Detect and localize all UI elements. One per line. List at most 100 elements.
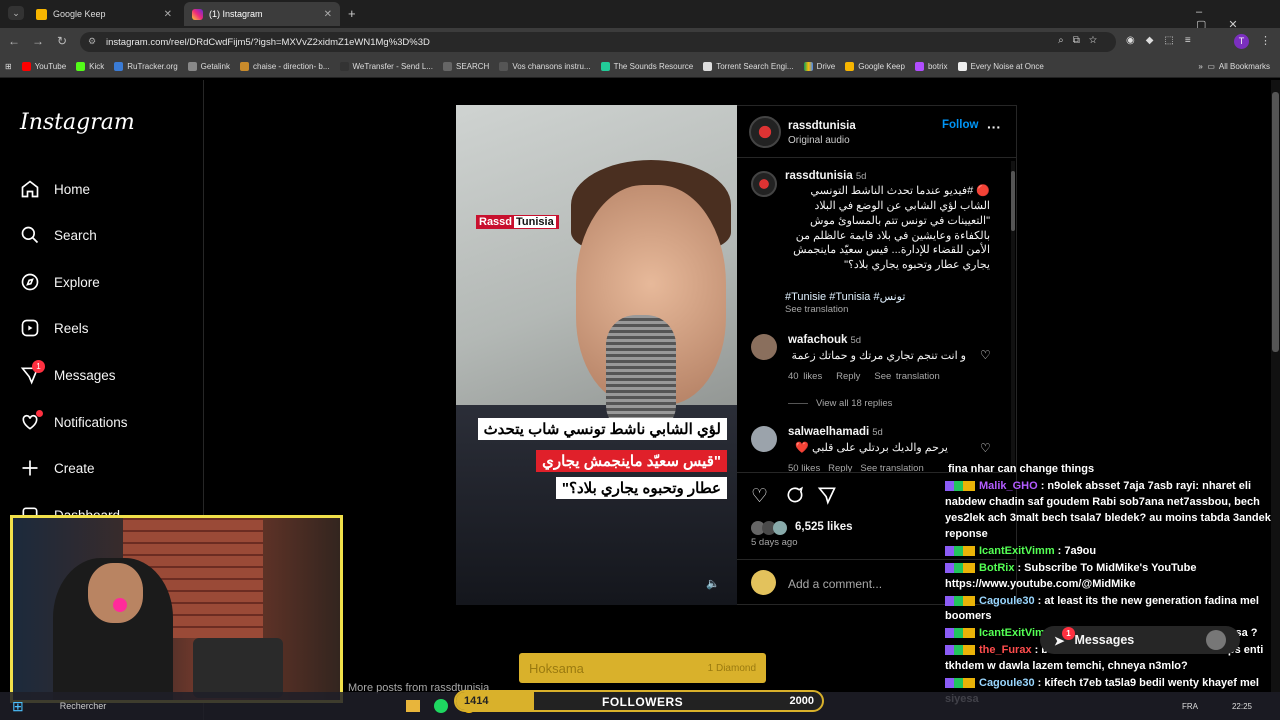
bookmark-chaise[interactable]: chaise - direction- b...	[235, 62, 334, 71]
taskbar-clock[interactable]: 22:25	[1232, 702, 1252, 711]
bookmark-kick[interactable]: Kick	[71, 62, 109, 71]
more-options-icon[interactable]: ···	[987, 119, 1001, 135]
bookmark-getalink[interactable]: Getalink	[183, 62, 235, 71]
taskbar-search[interactable]: Rechercher	[60, 701, 107, 711]
back-icon[interactable]: ←	[6, 34, 22, 48]
file-explorer-icon[interactable]	[406, 700, 421, 712]
comment-like-icon[interactable]: ♡	[980, 441, 991, 455]
comment-avatar[interactable]	[751, 426, 777, 452]
chat-username[interactable]: Malik_GHO	[979, 480, 1038, 492]
drive-icon	[803, 62, 813, 71]
new-tab-icon[interactable]: +	[348, 6, 356, 21]
nav-reels[interactable]: Reels	[20, 315, 89, 341]
share-icon[interactable]	[817, 485, 837, 510]
close-tab-icon[interactable]: ✕	[164, 9, 172, 20]
tab-google-keep[interactable]: Google Keep ✕	[28, 2, 180, 26]
chansons-icon	[499, 62, 509, 71]
bookmark-youtube[interactable]: YouTube	[17, 62, 71, 71]
bookmark-search[interactable]: SEARCH	[438, 62, 494, 71]
chat-text: fina nhar can change things	[948, 463, 1095, 475]
nav-explore[interactable]: Explore	[20, 269, 100, 295]
taskbar-lang[interactable]: FRA	[1182, 702, 1198, 711]
nav-notifications[interactable]: Notifications	[20, 409, 128, 435]
nav-create[interactable]: Create	[20, 455, 95, 481]
profile-avatar[interactable]: T	[1234, 34, 1249, 49]
caption-header: rassdtunisia 5d	[785, 170, 866, 182]
instagram-logo[interactable]: Instagram	[20, 110, 135, 135]
chat-username[interactable]: Cagoule30	[979, 595, 1035, 607]
url-bar[interactable]: ⚙ instagram.com/reel/DRdCwdFijm5/?igsh=M…	[80, 32, 1116, 52]
add-comment-input[interactable]: Add a comment...	[788, 577, 882, 591]
extensions-icons[interactable]: ◉◆⬚≡	[1126, 35, 1202, 46]
bookmark-sounds-resource[interactable]: The Sounds Resource	[596, 62, 699, 71]
nav-label: Reels	[54, 320, 89, 336]
caption-avatar[interactable]	[751, 171, 777, 197]
chat-message: fina nhar can change things	[945, 462, 1280, 478]
windows-start-icon[interactable]: ⊞	[12, 698, 24, 715]
nav-label: Home	[54, 181, 91, 197]
author-username[interactable]: rassdtunisia	[788, 120, 856, 132]
keep-favicon-icon	[36, 8, 47, 20]
bookmark-rutracker[interactable]: RuTracker.org	[109, 62, 182, 71]
liked-by-avatars[interactable]	[751, 521, 793, 535]
page-scrollbar-thumb[interactable]	[1272, 92, 1279, 352]
url-actions[interactable]: ⌕⧉☆	[1058, 35, 1106, 46]
follow-button[interactable]: Follow	[942, 119, 978, 131]
bookmark-everynoise[interactable]: Every Noise at Once	[953, 62, 1049, 71]
comment-like-icon[interactable]: ♡	[980, 348, 991, 362]
forward-icon[interactable]: →	[30, 34, 46, 48]
chat-username[interactable]: the_Furax	[979, 644, 1032, 656]
scrollbar-thumb[interactable]	[1011, 171, 1015, 231]
video-microphone	[606, 315, 676, 435]
comment-icon[interactable]	[785, 485, 805, 510]
site-info-icon[interactable]: ⚙	[88, 36, 96, 47]
menu-icon[interactable]: ⋮	[1260, 34, 1271, 47]
caption-hashtags[interactable]: #Tunisie #Tunisia #تونس	[785, 290, 905, 303]
search-icon	[21, 226, 39, 244]
view-replies-button[interactable]: View all 18 replies	[788, 398, 892, 409]
nav-label: Notifications	[54, 414, 128, 430]
post-date: 5 days ago	[751, 537, 798, 548]
chat-username[interactable]: BotRix	[979, 562, 1014, 574]
reel-video[interactable]: Rassd Tunisia لؤي الشابي ناشط تونسي شاب ي…	[456, 105, 737, 605]
comment-avatar[interactable]	[751, 334, 777, 360]
comment-likes[interactable]: 40 likes	[788, 371, 822, 382]
tab-instagram[interactable]: (1) Instagram ✕	[184, 2, 340, 26]
chat-username[interactable]: IcantExitVimm	[979, 545, 1055, 557]
bookmark-botrix[interactable]: botrix	[910, 62, 953, 71]
caption-username[interactable]: rassdtunisia	[785, 170, 853, 182]
likes-count[interactable]: 6,525 likes	[795, 521, 853, 533]
reload-icon[interactable]: ↻	[54, 34, 70, 48]
bookmark-chansons[interactable]: Vos chansons instru...	[494, 62, 595, 71]
bookmark-drive[interactable]: Drive	[799, 62, 841, 71]
comment-translate-button[interactable]: See translation	[874, 371, 939, 382]
like-icon[interactable]: ♡	[751, 485, 768, 508]
comments-scrollbar[interactable]	[1011, 161, 1015, 471]
nav-home[interactable]: Home	[20, 176, 90, 202]
nav-messages[interactable]: 1 Messages	[20, 360, 116, 388]
close-tab-icon[interactable]: ✕	[324, 9, 332, 20]
messages-popover[interactable]: ➤ 1 Messages	[1040, 626, 1240, 654]
followers-label: FOLLOWERS	[602, 695, 684, 709]
tab-search-button[interactable]: ⌄	[8, 6, 24, 20]
apps-icon[interactable]: ⊞	[0, 62, 17, 71]
nav-search[interactable]: Search	[20, 222, 97, 248]
browser-tab-bar: ⌄ Google Keep ✕ (1) Instagram ✕ + –▢✕	[0, 0, 1280, 31]
comment-username[interactable]: salwaelhamadi	[788, 426, 869, 438]
comment-username[interactable]: wafachouk	[788, 334, 847, 346]
see-translation-link[interactable]: See translation	[785, 304, 848, 315]
cam-person-face	[88, 563, 143, 623]
bookmark-wetransfer[interactable]: WeTransfer - Send L...	[335, 62, 438, 71]
chat-badge-icons	[945, 562, 975, 573]
comment-reply-button[interactable]: Reply	[836, 371, 860, 382]
audio-label[interactable]: Original audio	[788, 135, 850, 146]
all-bookmarks[interactable]: » ▭ All Bookmarks	[1193, 62, 1280, 71]
mute-icon[interactable]: 🔈	[706, 577, 720, 590]
address-toolbar: ← → ↻ ⚙ instagram.com/reel/DRdCwdFijm5/?…	[0, 28, 1280, 56]
spotify-icon[interactable]	[434, 699, 449, 713]
chat-username[interactable]: Cagoule30	[979, 677, 1035, 689]
bookmark-torrent[interactable]: Torrent Search Engi...	[698, 62, 798, 71]
author-avatar[interactable]	[749, 116, 781, 148]
bookmark-keep[interactable]: Google Keep	[840, 62, 910, 71]
webcam-overlay	[10, 515, 343, 703]
